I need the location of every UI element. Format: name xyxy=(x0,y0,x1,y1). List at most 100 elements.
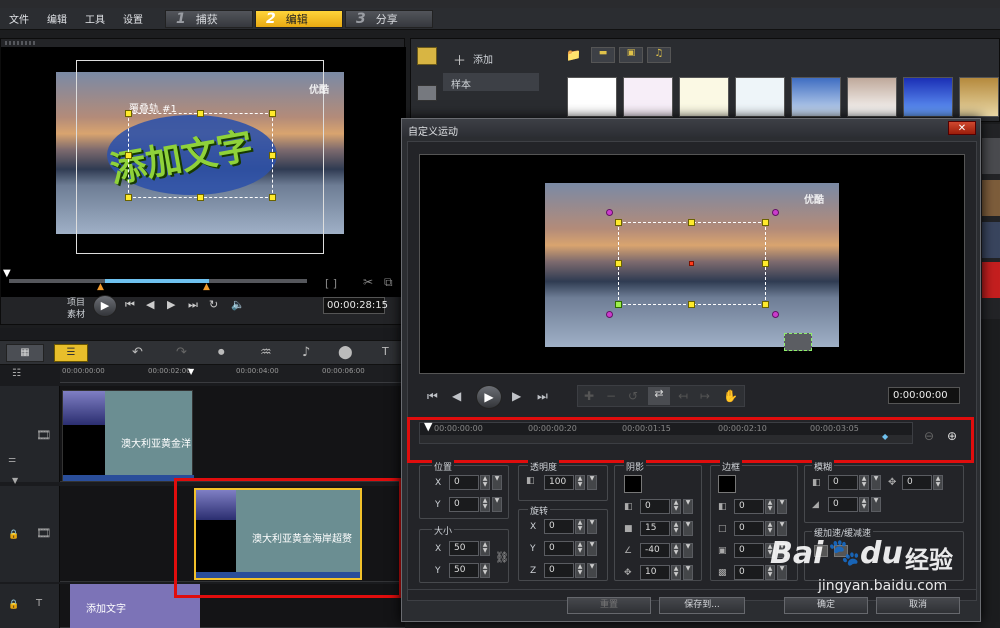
title-track-lock-icon[interactable]: 🔒 xyxy=(8,600,19,610)
handle-bl[interactable] xyxy=(125,194,132,201)
motion-handle-ml[interactable] xyxy=(615,260,622,267)
save-to-button[interactable]: 保存到... xyxy=(659,597,745,614)
scissors-icon[interactable]: ✂ xyxy=(363,275,373,289)
enlarge-icon[interactable]: ⧉ xyxy=(384,275,393,290)
blur-edge-stepper[interactable]: ▲ ▼ xyxy=(859,497,869,512)
position-x-stepper[interactable]: ▲ ▼ xyxy=(480,475,490,490)
show-audio-icon[interactable]: ♫ xyxy=(647,47,671,63)
remove-keyframe-icon[interactable]: − xyxy=(606,389,616,403)
filmstrip-icon[interactable] xyxy=(417,85,437,101)
shadow-distance-input[interactable]: 10 xyxy=(640,565,670,580)
shadow-angle-menu[interactable]: ▼ xyxy=(683,543,693,558)
add-keyframe-icon[interactable]: ✚ xyxy=(584,389,594,403)
blur-edge-input[interactable]: 0 xyxy=(828,497,858,512)
reset-button[interactable]: 重置 xyxy=(567,597,651,614)
step-capture[interactable]: 1 捕获 xyxy=(165,10,253,28)
handle-ml[interactable] xyxy=(125,152,132,159)
transparency-input[interactable]: 100 xyxy=(544,475,574,490)
rotation-y-menu[interactable]: ▼ xyxy=(587,541,597,556)
collapse-arrow-icon[interactable]: ▼ xyxy=(12,476,18,485)
shadow-color-swatch[interactable] xyxy=(624,475,642,493)
motion-corner-tr[interactable] xyxy=(772,209,779,216)
show-photo-icon[interactable]: ▣ xyxy=(619,47,643,63)
blur-direction-input[interactable]: 0 xyxy=(902,475,932,490)
menu-file[interactable]: 文件 xyxy=(0,11,38,26)
shadow-blur-input[interactable]: 15 xyxy=(640,521,670,536)
rotation-x-menu[interactable]: ▼ xyxy=(587,519,597,534)
timeline-ruler[interactable]: 00:00:00:00 00:00:02:00 00:00:04:00 00:0… xyxy=(60,365,405,383)
go-start-icon[interactable]: ⏮ xyxy=(125,298,135,312)
motion-handle-tm[interactable] xyxy=(688,219,695,226)
playhead-icon[interactable]: ▼ xyxy=(3,268,11,279)
record-capture-icon[interactable]: ⏺ xyxy=(218,345,225,360)
rotation-z-menu[interactable]: ▼ xyxy=(587,563,597,578)
transparency-stepper[interactable]: ▲ ▼ xyxy=(575,475,585,490)
dlg-go-end-icon[interactable]: ⏭ xyxy=(537,389,548,404)
rotation-y-stepper[interactable]: ▲ ▼ xyxy=(575,541,585,556)
rotation-y-input[interactable]: 0 xyxy=(544,541,574,556)
handle-mr[interactable] xyxy=(269,152,276,159)
trim-start-icon[interactable]: ▲ xyxy=(97,282,104,292)
motion-handle-tl[interactable] xyxy=(615,219,622,226)
timeline-view-icon[interactable]: ☰ xyxy=(54,344,88,362)
motion-center-point[interactable] xyxy=(689,261,694,266)
audio-mixer-icon[interactable]: ♒ xyxy=(260,345,272,360)
move-left-icon[interactable]: ↤ xyxy=(678,389,688,403)
motion-handle-mr[interactable] xyxy=(762,260,769,267)
shadow-box[interactable] xyxy=(784,333,812,351)
swap-keyframe-icon[interactable]: ⇄ xyxy=(648,387,670,405)
position-y-input[interactable]: 0 xyxy=(449,497,479,512)
menu-edit[interactable]: 编辑 xyxy=(38,11,76,26)
storyboard-view-icon[interactable]: ▦ xyxy=(6,344,44,362)
blur-amount-input[interactable]: 0 xyxy=(828,475,858,490)
rotation-z-input[interactable]: 0 xyxy=(544,563,574,578)
position-y-stepper[interactable]: ▲ ▼ xyxy=(480,497,490,512)
size-y-input[interactable]: 50 xyxy=(449,563,479,578)
step-share[interactable]: 3 分享 xyxy=(345,10,433,28)
size-y-stepper[interactable]: ▲ ▼ xyxy=(480,563,490,578)
handle-bm[interactable] xyxy=(197,194,204,201)
border-opacity-stepper[interactable]: ▲ ▼ xyxy=(765,499,775,514)
selection-box[interactable] xyxy=(128,113,273,198)
trim-end-icon[interactable]: ▲ xyxy=(203,282,210,292)
library-thumb-map[interactable] xyxy=(567,77,617,117)
shadow-blur-stepper[interactable]: ▲ ▼ xyxy=(671,521,681,536)
prev-frame-icon[interactable]: ◀ xyxy=(146,298,154,311)
shadow-blur-menu[interactable]: ▼ xyxy=(683,521,693,536)
sample-folder[interactable]: 样本 xyxy=(443,73,539,91)
next-frame-icon[interactable]: ▶ xyxy=(167,298,175,311)
shadow-distance-stepper[interactable]: ▲ ▼ xyxy=(671,565,681,580)
add-icon[interactable]: ＋ xyxy=(453,50,466,69)
show-video-icon[interactable]: ▬ xyxy=(591,47,615,63)
menu-settings[interactable]: 设置 xyxy=(114,11,152,26)
shadow-opacity-input[interactable]: 0 xyxy=(640,499,670,514)
track-manager-icon[interactable]: ☷ xyxy=(12,368,21,379)
media-library-icon[interactable] xyxy=(417,47,437,65)
size-x-input[interactable]: 50 xyxy=(449,541,479,556)
border-opacity-input[interactable]: 0 xyxy=(734,499,764,514)
transparency-menu[interactable]: ▼ xyxy=(587,475,597,490)
size-x-stepper[interactable]: ▲ ▼ xyxy=(480,541,490,556)
border-opacity-menu[interactable]: ▼ xyxy=(777,499,787,514)
dlg-prev-frame-icon[interactable]: ◀ xyxy=(452,389,461,403)
motion-handle-tr[interactable] xyxy=(762,219,769,226)
move-right-icon[interactable]: ↦ xyxy=(700,389,710,403)
video-clip-1[interactable]: 澳大利亚黄金洋 xyxy=(62,390,194,482)
handle-tm[interactable] xyxy=(197,110,204,117)
redo-icon[interactable]: ↷ xyxy=(176,345,187,360)
handle-br[interactable] xyxy=(269,194,276,201)
library-thumb-sun[interactable] xyxy=(679,77,729,117)
library-thumb-sky[interactable] xyxy=(791,77,841,117)
reverse-keyframe-icon[interactable]: ↺ xyxy=(628,389,638,403)
rotation-z-stepper[interactable]: ▲ ▼ xyxy=(575,563,585,578)
motion-track-icon[interactable]: ⬤ xyxy=(338,345,353,360)
shadow-angle-stepper[interactable]: ▲ ▼ xyxy=(671,543,681,558)
handle-tr[interactable] xyxy=(269,110,276,117)
shadow-opacity-stepper[interactable]: ▲ ▼ xyxy=(671,499,681,514)
border-color-swatch[interactable] xyxy=(718,475,736,493)
blur-amount-stepper[interactable]: ▲ ▼ xyxy=(859,475,869,490)
menu-tools[interactable]: 工具 xyxy=(76,11,114,26)
library-thumb-pink[interactable] xyxy=(623,77,673,117)
shadow-angle-input[interactable]: -40 xyxy=(640,543,670,558)
library-thumb-blue[interactable] xyxy=(903,77,953,117)
